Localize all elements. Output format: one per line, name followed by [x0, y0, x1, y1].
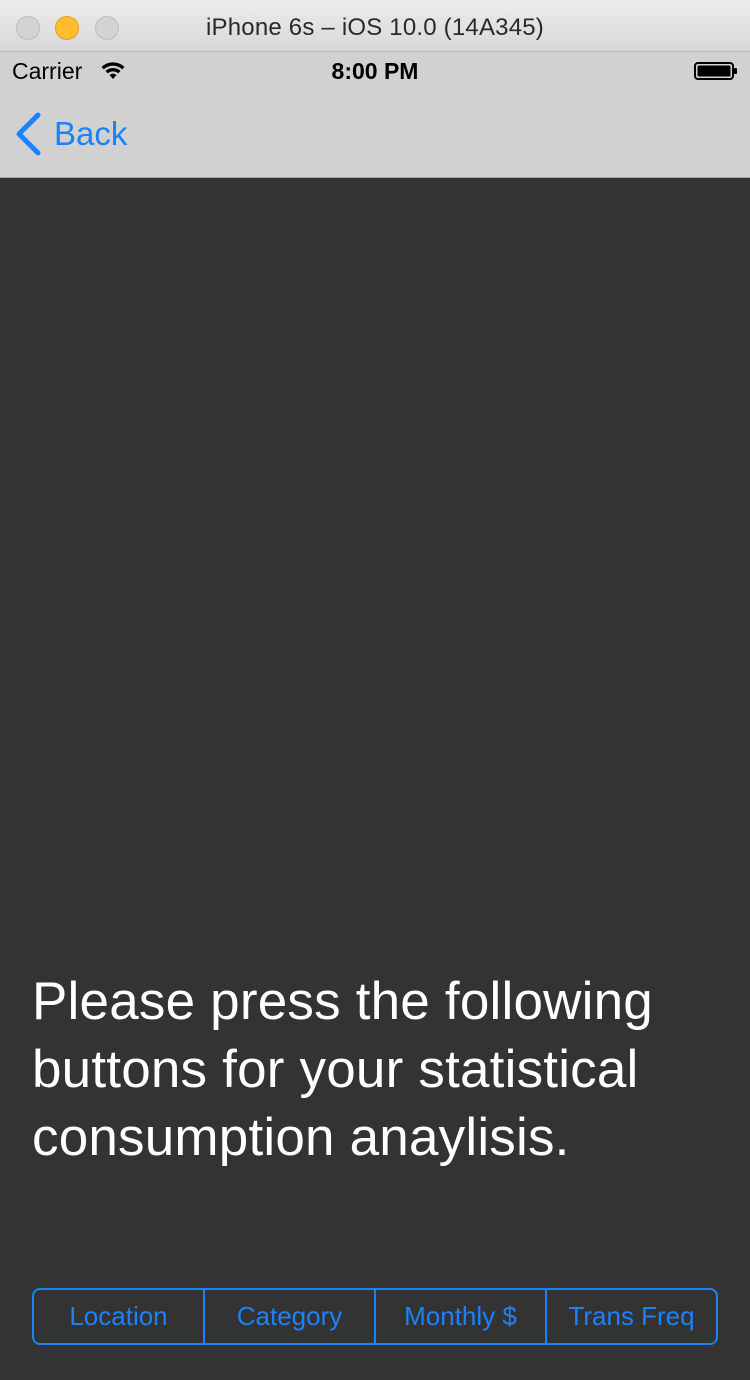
- segment-label: Monthly $: [404, 1301, 517, 1331]
- back-button[interactable]: Back: [14, 110, 127, 158]
- instruction-text: Please press the following buttons for y…: [32, 972, 653, 1167]
- window-title-bar: iPhone 6s – iOS 10.0 (14A345): [0, 0, 750, 52]
- main-content: Please press the following buttons for y…: [0, 178, 750, 1380]
- segment-label: Trans Freq: [568, 1301, 695, 1331]
- segment-label: Category: [236, 1301, 343, 1331]
- navigation-bar: Back: [0, 90, 750, 178]
- analysis-segmented-control: Location Category Monthly $ Trans Freq: [32, 1288, 718, 1345]
- simulator-window: iPhone 6s – iOS 10.0 (14A345) Carrier 8:…: [0, 0, 750, 1380]
- segment-location[interactable]: Location: [34, 1290, 205, 1343]
- battery-icon: [694, 62, 738, 80]
- segment-label: Location: [69, 1301, 168, 1331]
- back-button-label: Back: [54, 115, 128, 152]
- segment-category[interactable]: Category: [205, 1290, 376, 1343]
- status-time: 8:00 PM: [331, 58, 419, 84]
- chevron-left-icon: [14, 112, 42, 156]
- segment-transaction-frequency[interactable]: Trans Freq: [547, 1290, 716, 1343]
- segment-monthly-spend[interactable]: Monthly $: [376, 1290, 547, 1343]
- status-bar: Carrier 8:00 PM: [0, 52, 750, 90]
- window-title: iPhone 6s – iOS 10.0 (14A345): [205, 14, 544, 41]
